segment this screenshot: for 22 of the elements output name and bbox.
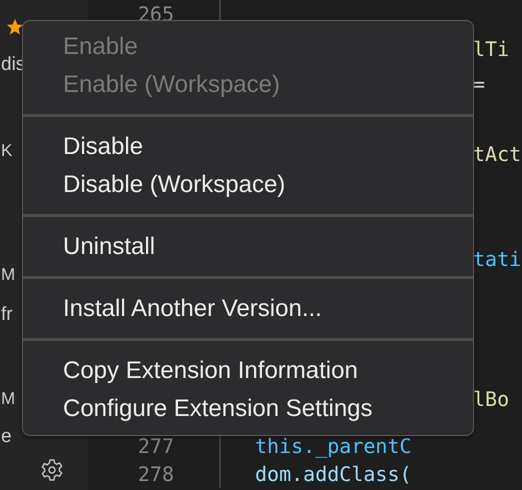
menu-item[interactable]: Install Another Version...	[23, 290, 473, 328]
menu-item[interactable]: Copy Extension Information	[23, 352, 473, 390]
sidebar-text: K	[1, 140, 12, 162]
sidebar-text: fr	[1, 303, 13, 327]
sidebar-text: M	[1, 388, 16, 410]
code-text: tAct	[473, 142, 522, 166]
line-number: 278	[136, 462, 174, 486]
code-text: lTi	[473, 36, 510, 60]
code-text: =	[473, 72, 486, 96]
sidebar-text: e	[1, 425, 12, 449]
menu-item[interactable]: Disable (Workspace)	[23, 166, 473, 204]
code-text: dom.addClass(	[255, 462, 412, 486]
menu-item[interactable]: Configure Extension Settings	[23, 390, 473, 428]
star-icon	[6, 18, 24, 36]
settings-icon[interactable]	[40, 458, 64, 482]
sidebar-text: M	[1, 264, 16, 286]
code-text: lBo	[473, 386, 510, 410]
code-text: tati	[473, 246, 522, 270]
menu-item[interactable]: Disable	[23, 128, 473, 166]
line-number: 277	[136, 433, 174, 460]
code-text: this._parentC	[255, 433, 412, 460]
menu-item[interactable]: Uninstall	[23, 228, 473, 266]
